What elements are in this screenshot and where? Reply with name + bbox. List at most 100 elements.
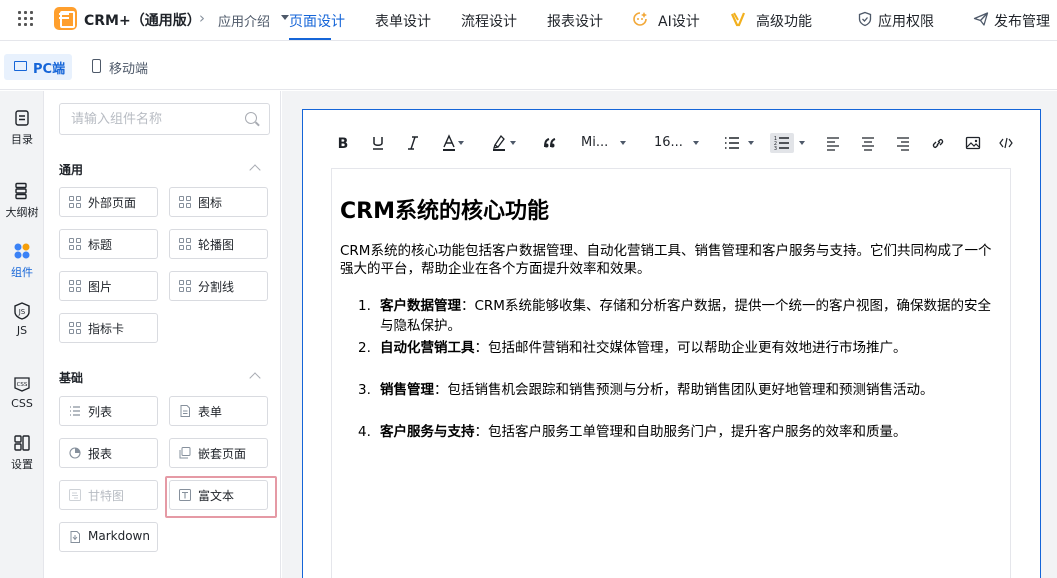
rail-item-css[interactable]: CSS CSS (0, 375, 44, 410)
chevron-up-icon[interactable] (249, 164, 261, 176)
component-image[interactable]: 图片 (59, 271, 158, 301)
link-icon[interactable] (930, 133, 946, 153)
caret-down-icon[interactable] (281, 15, 289, 20)
device-pc-button[interactable]: PC端 (4, 54, 72, 80)
list-number: 3. (358, 382, 371, 398)
component-metric-card[interactable]: 指标卡 (59, 313, 158, 343)
grid-icon (179, 280, 191, 292)
font-size-select[interactable]: 16... (654, 133, 700, 153)
tab-publish[interactable]: 发布管理 (994, 11, 1050, 31)
code-icon[interactable] (999, 133, 1013, 153)
shield-icon (858, 11, 872, 27)
component-label: 图标 (198, 196, 223, 210)
rail-label-components: 组件 (11, 266, 33, 279)
app-grid-icon[interactable] (18, 11, 34, 27)
tab-report-design[interactable]: 报表设计 (547, 11, 603, 31)
font-color-button[interactable] (441, 133, 473, 153)
component-label: 分割线 (198, 280, 235, 294)
grid-icon (69, 196, 81, 208)
active-tab-indicator (289, 38, 331, 40)
svg-text:JS: JS (18, 308, 26, 316)
list-number: 1. (358, 298, 371, 314)
list-item[interactable]: 1. 客户数据管理：CRM系统能够收集、存储和分析客户数据，提供一个统一的客户视… (358, 296, 1000, 336)
rail-item-settings[interactable]: 设置 (0, 434, 44, 472)
svg-text:B: B (338, 136, 349, 152)
svg-text:3: 3 (774, 146, 777, 152)
component-label: 甘特图 (88, 489, 125, 503)
ordered-list-button[interactable]: 1 2 3 (770, 133, 794, 153)
grid-icon (179, 238, 191, 250)
component-report[interactable]: 报表 (59, 438, 158, 468)
grid-icon (69, 322, 81, 334)
components-icon (14, 243, 30, 259)
component-label: 指标卡 (88, 322, 125, 336)
svg-text:CSS: CSS (17, 382, 28, 388)
chevron-right-icon: › (199, 9, 205, 27)
list-item-title: 自动化营销工具 (380, 340, 475, 356)
align-left-icon[interactable] (825, 133, 841, 153)
component-icon[interactable]: 图标 (169, 187, 268, 217)
rich-text-highlight (165, 476, 277, 518)
component-list[interactable]: 列表 (59, 396, 158, 426)
tab-advanced[interactable]: 高级功能 (756, 11, 812, 31)
component-title[interactable]: 标题 (59, 229, 158, 259)
list-icon (70, 406, 80, 416)
caret-down-icon (620, 141, 626, 145)
tab-app-permissions[interactable]: 应用权限 (878, 11, 934, 31)
tab-page-design[interactable]: 页面设计 (289, 11, 345, 31)
grid-icon (69, 280, 81, 292)
app-logo (54, 7, 77, 30)
list-number: 4. (358, 424, 371, 440)
breadcrumb-app-intro[interactable]: 应用介绍 (218, 11, 270, 30)
markdown-icon (70, 531, 80, 543)
document-intro[interactable]: CRM系统的核心功能包括客户数据管理、自动化营销工具、销售管理和客户服务与支持。… (340, 242, 1000, 278)
report-icon (69, 447, 81, 459)
quote-icon[interactable] (542, 133, 558, 153)
image-icon[interactable] (965, 133, 981, 153)
rail-item-outline[interactable]: 大纲树 (0, 182, 44, 220)
list-item-title: 客户数据管理 (380, 298, 461, 314)
component-label: 外部页面 (88, 196, 137, 210)
document-heading[interactable]: CRM系统的核心功能 (340, 193, 549, 225)
component-external-page[interactable]: 外部页面 (59, 187, 158, 217)
device-pc-label: PC端 (33, 62, 66, 77)
top-bar: CRM+（通用版） › 应用介绍 页面设计 表单设计 流程设计 报表设计 AI设… (0, 0, 1057, 41)
list-item[interactable]: 2. 自动化营销工具：包括邮件营销和社交媒体管理，可以帮助企业更有效地进行市场推… (358, 338, 1000, 358)
rail-item-components[interactable]: 组件 (0, 242, 44, 280)
bullet-list-icon (725, 137, 739, 149)
component-label: 嵌套页面 (198, 447, 247, 461)
component-search[interactable] (59, 103, 270, 135)
component-form[interactable]: 表单 (169, 396, 268, 426)
align-right-icon[interactable] (895, 133, 911, 153)
mobile-icon (92, 59, 101, 73)
highlight-button[interactable] (491, 133, 523, 153)
form-icon (180, 405, 190, 417)
grid-icon (179, 196, 191, 208)
catalog-icon (15, 110, 29, 126)
rich-text-editor[interactable] (331, 168, 1011, 578)
component-divider[interactable]: 分割线 (169, 271, 268, 301)
tab-ai-design[interactable]: AI设计 (658, 11, 700, 31)
list-number: 2. (358, 340, 371, 356)
align-center-icon[interactable] (860, 133, 876, 153)
rail-item-js[interactable]: JS JS (0, 302, 44, 337)
rail-item-catalog[interactable]: 目录 (0, 109, 44, 147)
list-item[interactable]: 3. 销售管理：包括销售机会跟踪和销售预测与分析，帮助销售团队更好地管理和预测销… (358, 380, 1000, 400)
highlight-icon (493, 134, 505, 151)
underline-icon[interactable] (370, 133, 386, 153)
component-carousel[interactable]: 轮播图 (169, 229, 268, 259)
caret-down-icon[interactable] (799, 141, 805, 145)
bullet-list-button[interactable] (724, 133, 756, 153)
search-icon[interactable] (245, 112, 257, 124)
list-item-text: ：包括销售机会跟踪和销售预测与分析，帮助销售团队更好地管理和预测销售活动。 (434, 382, 934, 398)
chevron-up-icon[interactable] (249, 372, 261, 384)
list-item[interactable]: 4. 客户服务与支持：包括客户服务工单管理和自助服务门户，提升客户服务的效率和质… (358, 422, 1000, 442)
component-search-input[interactable] (60, 104, 235, 134)
tab-flow-design[interactable]: 流程设计 (461, 11, 517, 31)
component-markdown[interactable]: Markdown (59, 522, 158, 552)
bold-icon[interactable]: B (335, 133, 351, 153)
component-nested-page[interactable]: 嵌套页面 (169, 438, 268, 468)
tab-form-design[interactable]: 表单设计 (375, 11, 431, 31)
font-family-select[interactable]: Mi... (581, 133, 627, 153)
italic-icon[interactable] (405, 133, 421, 153)
